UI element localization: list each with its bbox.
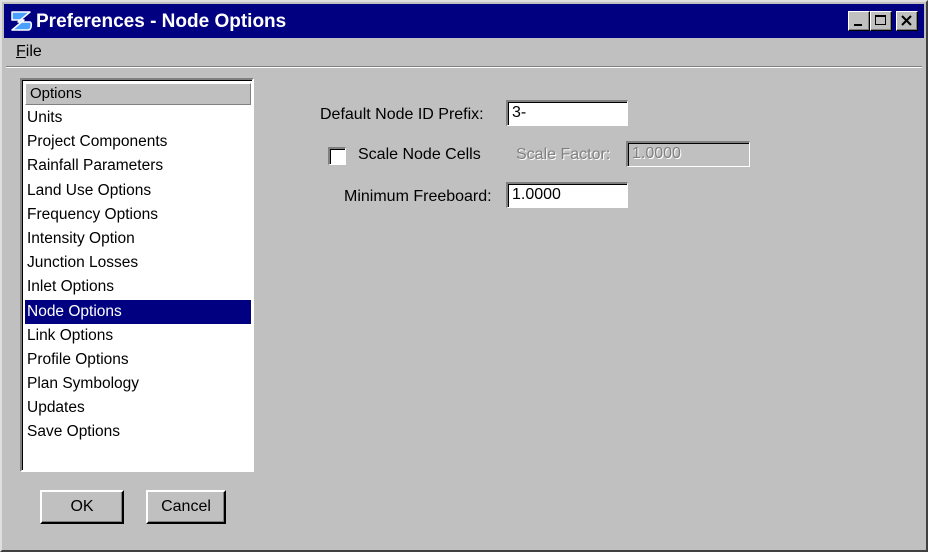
scale-factor-input: 1.0000 [626,141,750,167]
maximize-icon [875,15,886,25]
minimum-freeboard-label: Minimum Freeboard: [344,188,492,205]
options-item-junction-losses[interactable]: Junction Losses [25,251,251,275]
options-item-updates[interactable]: Updates [25,396,251,420]
options-item-land-use-options[interactable]: Land Use Options [25,179,251,203]
cancel-button[interactable]: Cancel [146,490,226,524]
prefix-input[interactable]: 3- [506,100,628,126]
menu-file[interactable]: File [16,43,42,61]
options-item-units[interactable]: Units [25,106,251,130]
options-item-rainfall-parameters[interactable]: Rainfall Parameters [25,154,251,178]
options-item-plan-symbology[interactable]: Plan Symbology [25,372,251,396]
options-listbox[interactable]: Options Units Project Components Rainfal… [20,78,254,472]
menu-bar: File [4,40,924,64]
prefix-label: Default Node ID Prefix: [320,106,484,123]
minimum-freeboard-input[interactable]: 1.0000 [506,182,628,208]
scale-node-cells-checkbox[interactable] [328,147,346,165]
menu-separator [6,66,922,68]
minimize-button[interactable] [848,11,870,31]
menu-file-mnemonic: F [16,43,26,60]
options-list-header[interactable]: Options [25,83,251,105]
window-title: Preferences - Node Options [36,11,287,32]
preferences-window: Preferences - Node Options File Options … [0,0,928,552]
app-logo-icon [9,9,33,33]
title-bar[interactable]: Preferences - Node Options [4,4,924,38]
options-item-node-options[interactable]: Node Options [25,299,251,324]
options-item-save-options[interactable]: Save Options [25,420,251,444]
maximize-button[interactable] [870,11,892,31]
options-item-intensity-option[interactable]: Intensity Option [25,227,251,251]
scale-node-cells-label[interactable]: Scale Node Cells [358,146,481,164]
ok-button[interactable]: OK [40,490,124,524]
close-icon [901,15,912,26]
close-button[interactable] [896,11,918,31]
options-item-inlet-options[interactable]: Inlet Options [25,275,251,299]
menu-file-label: ile [25,43,42,60]
options-item-link-options[interactable]: Link Options [25,324,251,348]
minimize-icon [854,24,862,26]
options-item-profile-options[interactable]: Profile Options [25,348,251,372]
options-item-frequency-options[interactable]: Frequency Options [25,203,251,227]
options-item-project-components[interactable]: Project Components [25,130,251,154]
options-list-items: Units Project Components Rainfall Parame… [25,106,251,445]
scale-factor-label: Scale Factor: [516,146,611,163]
